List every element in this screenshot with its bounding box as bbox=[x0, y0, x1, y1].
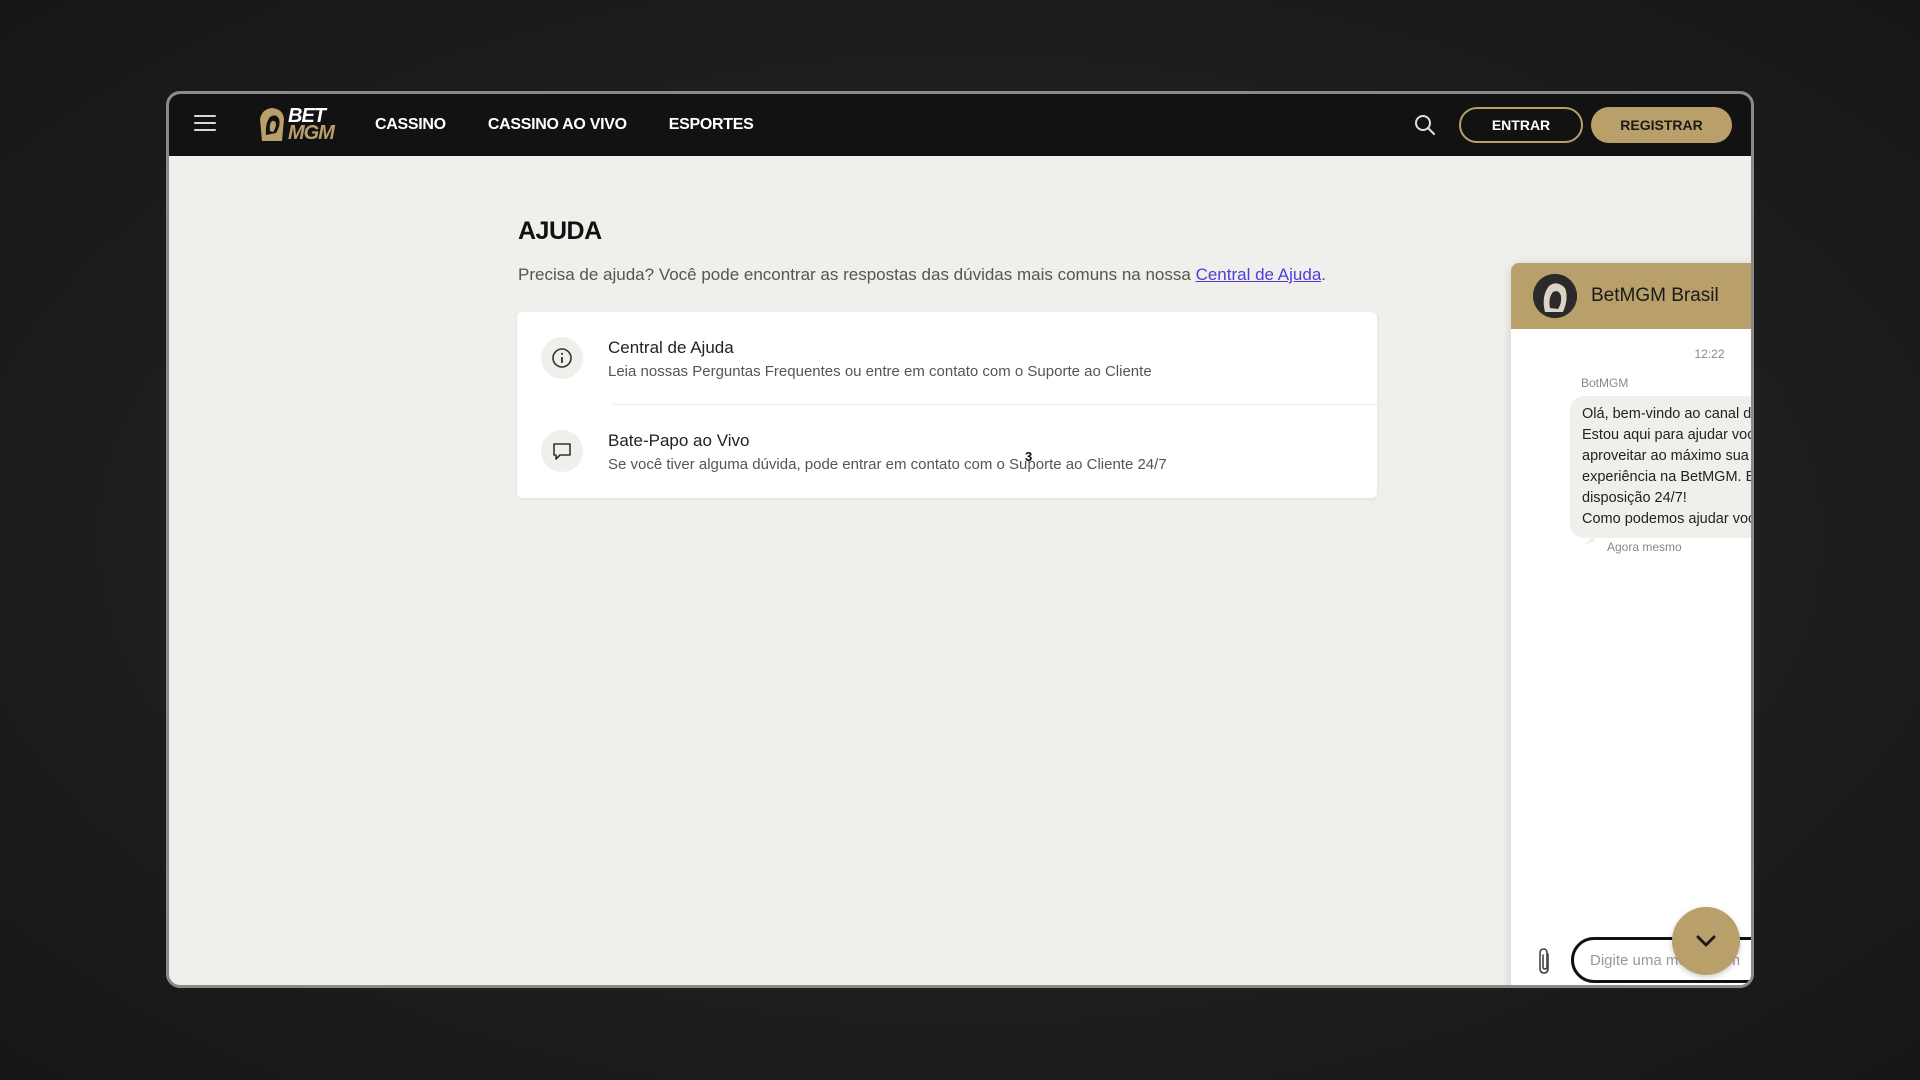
intro-text: Precisa de ajuda? Você pode encontrar as… bbox=[518, 265, 1196, 284]
chat-minimize-button[interactable] bbox=[1672, 907, 1740, 975]
message-line: Estou aqui para ajudar você a bbox=[1582, 427, 1754, 443]
chat-title: BetMGM Brasil bbox=[1591, 285, 1719, 306]
help-option-title: Central de Ajuda bbox=[608, 338, 734, 357]
bubble-tail bbox=[1583, 535, 1595, 545]
hamburger-menu-icon[interactable] bbox=[194, 115, 216, 133]
message-line: aproveitar ao máximo sua bbox=[1582, 448, 1749, 464]
bot-message-bubble: Olá, bem-vindo ao canal do chat!🦁 Estou … bbox=[1570, 396, 1754, 538]
chat-header: BetMGM Brasil bbox=[1511, 263, 1751, 329]
login-button[interactable]: ENTRAR bbox=[1459, 107, 1583, 143]
register-button[interactable]: REGISTRAR bbox=[1591, 107, 1732, 143]
message-line: Como podemos ajudar você hoje? bbox=[1582, 511, 1751, 527]
message-status: Agora mesmo bbox=[1607, 540, 1682, 554]
info-icon bbox=[541, 337, 583, 379]
betmgm-logo[interactable]: BET MGM bbox=[256, 104, 340, 146]
count-badge: 3 bbox=[1025, 449, 1033, 464]
paperclip-icon[interactable] bbox=[1531, 946, 1559, 978]
message-sender: BotMGM bbox=[1581, 376, 1629, 390]
lion-logo-icon bbox=[260, 108, 284, 141]
chat-timestamp: 12:22 bbox=[1694, 347, 1725, 361]
help-intro-text: Precisa de ajuda? Você pode encontrar as… bbox=[518, 265, 1326, 285]
logo-text-mgm: MGM bbox=[288, 122, 335, 144]
intro-end: . bbox=[1321, 265, 1327, 284]
main-nav: CASSINO CASSINO AO VIVO ESPORTES bbox=[375, 94, 795, 156]
help-option-live-chat[interactable]: Bate-Papo ao Vivo Se você tiver alguma d… bbox=[517, 405, 1377, 497]
nav-item-esportes[interactable]: ESPORTES bbox=[669, 116, 754, 134]
help-center-link[interactable]: Central de Ajuda bbox=[1196, 265, 1322, 284]
nav-item-cassino[interactable]: CASSINO bbox=[375, 116, 446, 134]
chevron-down-icon bbox=[1696, 935, 1716, 947]
search-icon[interactable] bbox=[1413, 113, 1437, 137]
chat-bubble-icon bbox=[541, 430, 583, 472]
browser-window: BET MGM CASSINO CASSINO AO VIVO ESPORTES… bbox=[166, 91, 1754, 988]
help-options-card: Central de Ajuda Leia nossas Perguntas F… bbox=[517, 312, 1377, 498]
help-option-description: Leia nossas Perguntas Frequentes ou entr… bbox=[608, 363, 1152, 380]
nav-item-cassino-ao-vivo[interactable]: CASSINO AO VIVO bbox=[488, 116, 627, 134]
help-option-title: Bate-Papo ao Vivo bbox=[608, 431, 750, 450]
top-navigation-bar: BET MGM CASSINO CASSINO AO VIVO ESPORTES… bbox=[169, 94, 1751, 156]
help-option-help-center[interactable]: Central de Ajuda Leia nossas Perguntas F… bbox=[517, 312, 1377, 404]
chat-avatar bbox=[1533, 274, 1577, 318]
chat-widget: BetMGM Brasil 12:22 BotMGM Olá, bem-vind… bbox=[1511, 263, 1754, 985]
message-line: experiência na BetMGM. Estou à bbox=[1582, 469, 1751, 485]
message-line: Olá, bem-vindo ao canal do chat!🦁 bbox=[1582, 406, 1752, 422]
help-option-description: Se você tiver alguma dúvida, pode entrar… bbox=[608, 456, 1167, 473]
lion-avatar-icon bbox=[1533, 274, 1577, 318]
message-line: disposição 24/7! bbox=[1582, 490, 1687, 506]
page-title: AJUDA bbox=[518, 217, 602, 245]
